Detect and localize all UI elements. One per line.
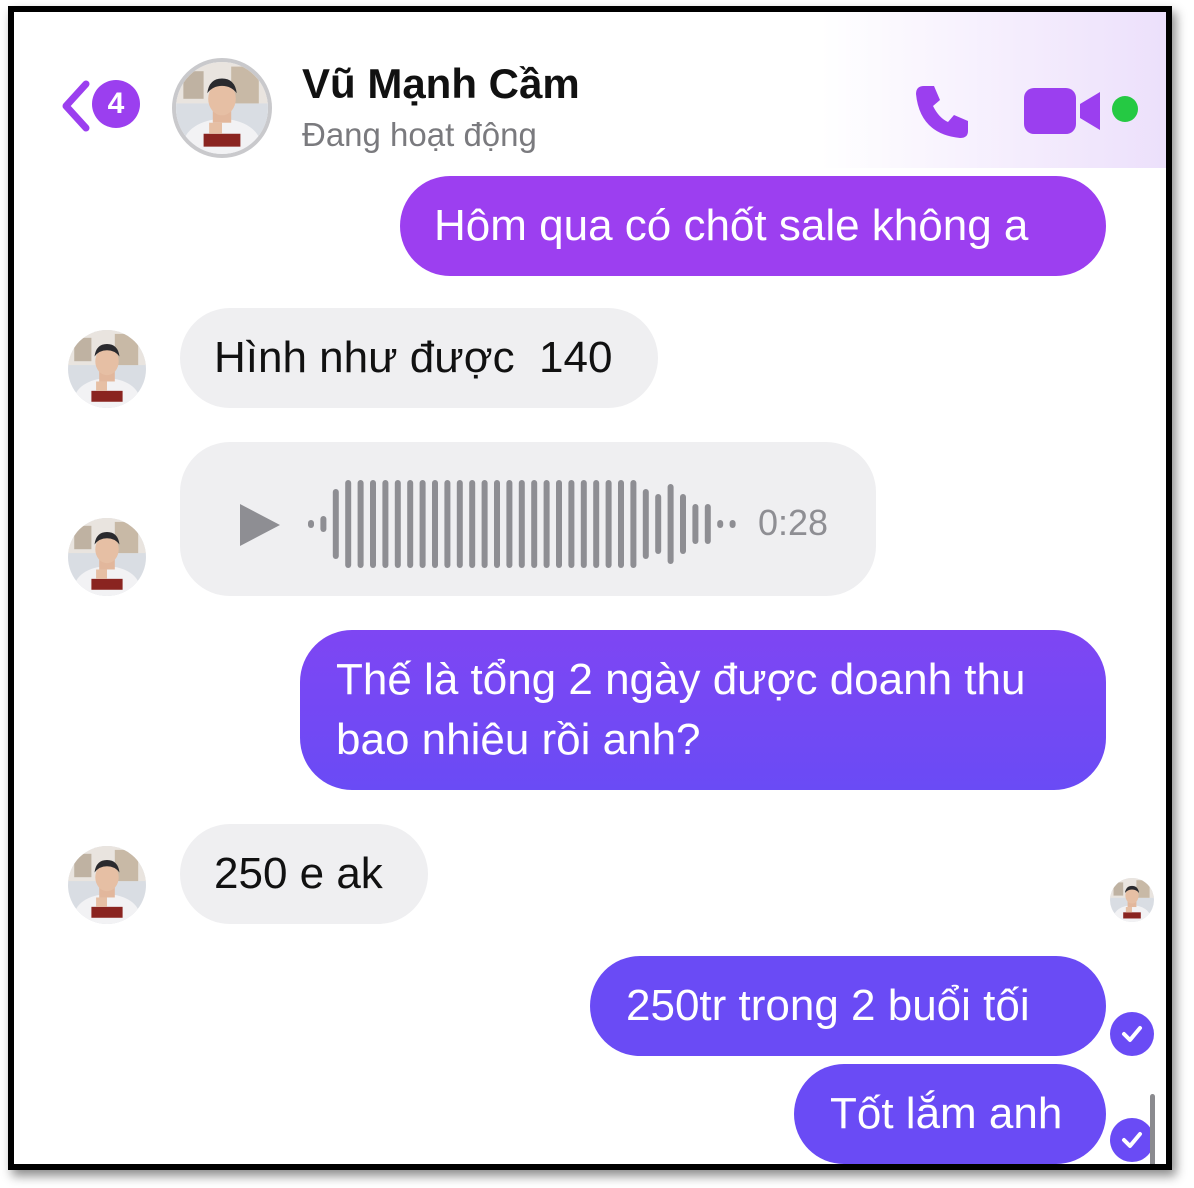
waveform-bar — [481, 480, 488, 568]
contact-avatar[interactable] — [172, 58, 272, 158]
message-bubble-outgoing[interactable]: Hôm qua có chốt sale không a — [400, 176, 1106, 276]
waveform-bar — [667, 484, 674, 564]
waveform-bar — [556, 480, 562, 568]
contact-status: Đang hoạt động — [302, 116, 537, 153]
waveform-bar — [680, 494, 686, 554]
message-bubble-outgoing[interactable]: Thế là tổng 2 ngày được doanh thu bao nh… — [300, 630, 1106, 790]
contact-name[interactable]: Vũ Mạnh Cầm — [302, 60, 580, 108]
waveform-bar — [456, 480, 463, 568]
waveform-bar — [531, 480, 538, 568]
message-bubble-incoming[interactable]: Hình như được 140 — [180, 308, 658, 408]
message-bubble-outgoing[interactable]: Tốt lắm anh — [794, 1064, 1106, 1164]
back-button[interactable]: 4 — [58, 76, 148, 136]
sender-avatar[interactable] — [68, 518, 146, 596]
waveform-bar — [332, 489, 339, 559]
waveform-bar — [370, 480, 376, 568]
waveform-bar — [308, 520, 314, 528]
waveform-bar — [494, 480, 500, 568]
phone-icon — [916, 86, 968, 138]
sender-avatar[interactable] — [68, 330, 146, 408]
waveform-bar — [469, 480, 476, 568]
back-chevron-icon — [62, 80, 90, 132]
play-button[interactable] — [238, 502, 282, 553]
waveform-bar — [320, 516, 327, 532]
waveform-bar — [642, 489, 649, 559]
voice-call-button[interactable] — [910, 80, 974, 149]
messenger-screen: 4 Vũ Mạnh Cầm Đang hoạt động Hôm qua có … — [8, 6, 1172, 1170]
video-camera-icon — [1024, 88, 1100, 134]
waveform-bar — [729, 520, 736, 528]
waveform-bar — [717, 520, 724, 528]
avatar-image — [176, 62, 268, 154]
message-text-line-2: bao nhiêu rồi anh? — [336, 715, 701, 764]
waveform-bar — [357, 480, 364, 568]
waveform-bar — [543, 480, 550, 568]
voice-duration: 0:28 — [758, 502, 829, 543]
scrollbar[interactable] — [1150, 1094, 1155, 1164]
waveform-bar — [605, 480, 612, 568]
waveform-bar — [630, 480, 637, 568]
message-text: 250 e ak — [214, 849, 383, 898]
message-text-line-1: Thế là tổng 2 ngày được doanh thu — [336, 655, 1026, 704]
avatar-image — [68, 518, 146, 596]
waveform-bar — [407, 480, 414, 568]
waveform-bar — [704, 504, 711, 544]
waveform-bar — [568, 480, 575, 568]
message-bubble-outgoing[interactable]: 250tr trong 2 buổi tối — [590, 956, 1106, 1056]
avatar-image — [68, 846, 146, 924]
message-text: Tốt lắm anh — [830, 1089, 1063, 1138]
read-receipt-avatar — [1110, 878, 1154, 922]
seen-check-icon — [1110, 1118, 1154, 1162]
waveform-bar — [593, 480, 600, 568]
message-text: Hình như được 140 — [214, 333, 613, 382]
message-text: Hôm qua có chốt sale không a — [434, 201, 1029, 250]
unread-count-badge: 4 — [92, 80, 140, 128]
avatar-image — [1110, 878, 1154, 922]
waveform-bar — [506, 480, 513, 568]
video-call-button[interactable] — [1024, 86, 1104, 141]
waveform-bar — [382, 480, 389, 568]
audio-waveform — [308, 480, 736, 568]
waveform-bar — [580, 480, 587, 568]
online-status-icon — [1112, 96, 1138, 122]
play-icon — [240, 504, 280, 546]
waveform-bar — [444, 480, 451, 568]
sender-avatar[interactable] — [68, 846, 146, 924]
waveform-bar — [345, 480, 352, 568]
waveform-bar — [394, 480, 401, 568]
waveform-bar — [655, 494, 662, 554]
waveform-bar — [518, 480, 525, 568]
waveform-bar — [432, 480, 438, 568]
message-bubble-incoming[interactable]: 250 e ak — [180, 824, 428, 924]
waveform-bar — [419, 480, 426, 568]
message-text: 250tr trong 2 buổi tối — [626, 981, 1030, 1030]
avatar-image — [68, 330, 146, 408]
waveform-bar — [618, 480, 624, 568]
waveform-bar — [692, 504, 699, 544]
seen-check-icon — [1110, 1012, 1154, 1056]
